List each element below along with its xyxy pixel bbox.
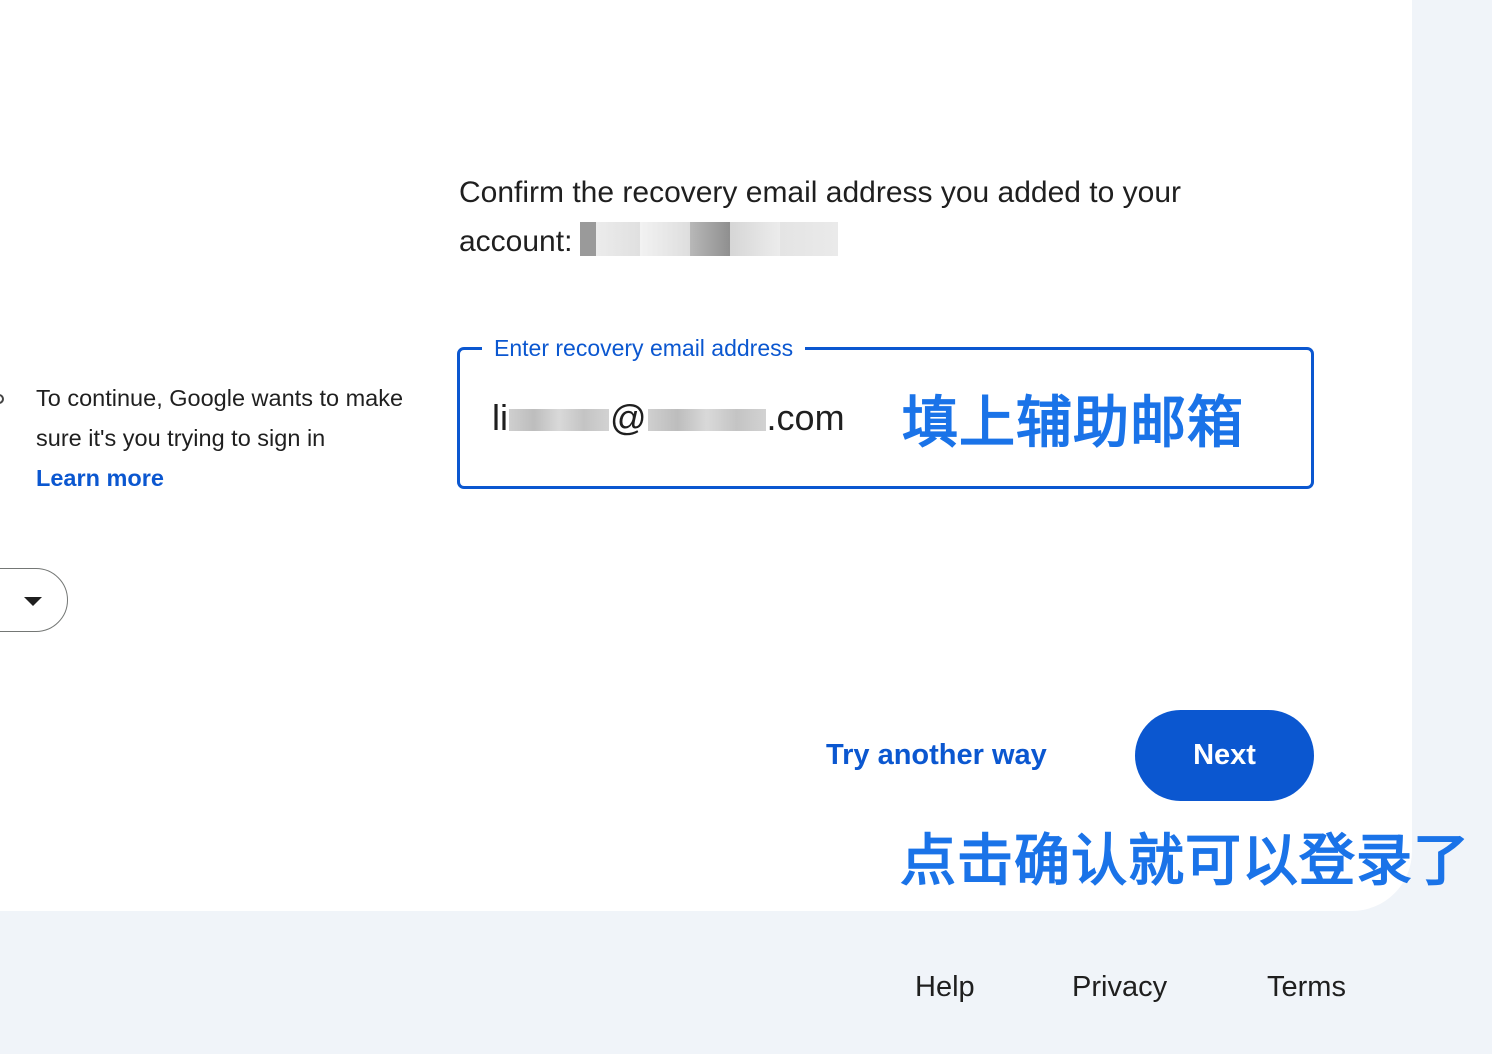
sign-in-card: Confirm the recovery email address you a…: [0, 0, 1412, 911]
next-button[interactable]: Next: [1135, 710, 1314, 801]
footer-help-link[interactable]: Help: [915, 968, 975, 1006]
fill-hint-annotation: 填上辅助邮箱: [902, 391, 1244, 454]
recovery-email-label: Enter recovery email address: [482, 333, 806, 363]
side-info: To continue, Google wants to make sure i…: [36, 378, 426, 498]
next-hint-annotation: 点击确认就可以登录了: [900, 829, 1470, 892]
email-blur-1: [509, 409, 609, 431]
try-another-way-link[interactable]: Try another way: [822, 736, 1051, 774]
footer-terms-link[interactable]: Terms: [1267, 968, 1346, 1006]
account-chip[interactable]: [0, 568, 68, 632]
email-at: @: [610, 397, 647, 438]
bullet-dot: [0, 394, 4, 404]
side-info-text: To continue, Google wants to make sure i…: [36, 385, 404, 451]
redacted-email: [580, 222, 839, 257]
learn-more-link[interactable]: Learn more: [36, 458, 426, 498]
email-blur-2: [647, 409, 766, 431]
recovery-email-field[interactable]: Enter recovery email address li @ .com 填上辅…: [457, 333, 1314, 489]
recovery-prompt: Confirm the recovery email address you a…: [459, 168, 1259, 266]
caret-down-icon: [24, 597, 42, 606]
email-suffix: .com: [766, 397, 845, 438]
footer-privacy-link[interactable]: Privacy: [1072, 968, 1167, 1006]
recovery-email-input[interactable]: li @ .com: [492, 396, 845, 440]
email-prefix: li: [492, 397, 508, 438]
